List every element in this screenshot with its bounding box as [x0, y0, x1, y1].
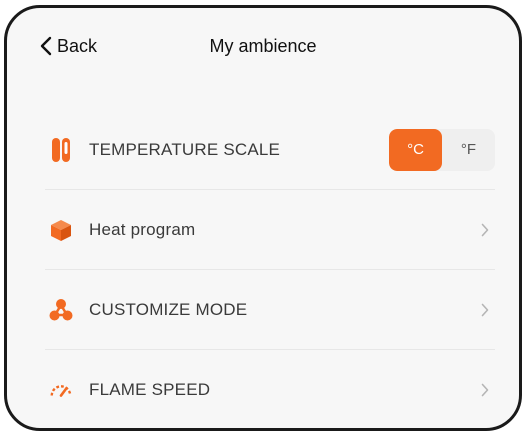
customize-mode-label: CUSTOMIZE MODE: [89, 299, 248, 319]
nav-header: Back My ambience: [7, 8, 519, 88]
page-title: My ambience: [209, 36, 317, 56]
chevron-right-icon: [481, 223, 489, 236]
fahrenheit-option[interactable]: °F: [442, 129, 495, 171]
speedometer-icon: [49, 378, 73, 402]
heat-program-row[interactable]: Heat program: [45, 190, 495, 270]
thermometer-icon: [49, 137, 73, 162]
settings-list: TEMPERATURE SCALE °C °F Heat program CUS…: [45, 110, 495, 428]
celsius-option[interactable]: °C: [389, 128, 442, 171]
chevron-right-icon: [481, 383, 489, 397]
flame-speed-label: FLAME SPEED: [89, 380, 211, 399]
temperature-scale-label: TEMPERATURE SCALE: [89, 139, 281, 159]
chevron-right-icon: [481, 303, 489, 316]
temperature-unit-toggle[interactable]: °C °F: [389, 128, 495, 171]
mode-nodes-icon: [49, 298, 73, 322]
phone-frame: Back My ambience TEMPERATURE SCALE °C °F: [4, 5, 522, 431]
box-icon: [49, 218, 73, 242]
heat-program-label: Heat program: [89, 219, 196, 239]
temperature-scale-row: TEMPERATURE SCALE °C °F: [45, 110, 495, 190]
flame-speed-row[interactable]: FLAME SPEED: [45, 350, 495, 428]
customize-mode-row[interactable]: CUSTOMIZE MODE: [45, 270, 495, 350]
